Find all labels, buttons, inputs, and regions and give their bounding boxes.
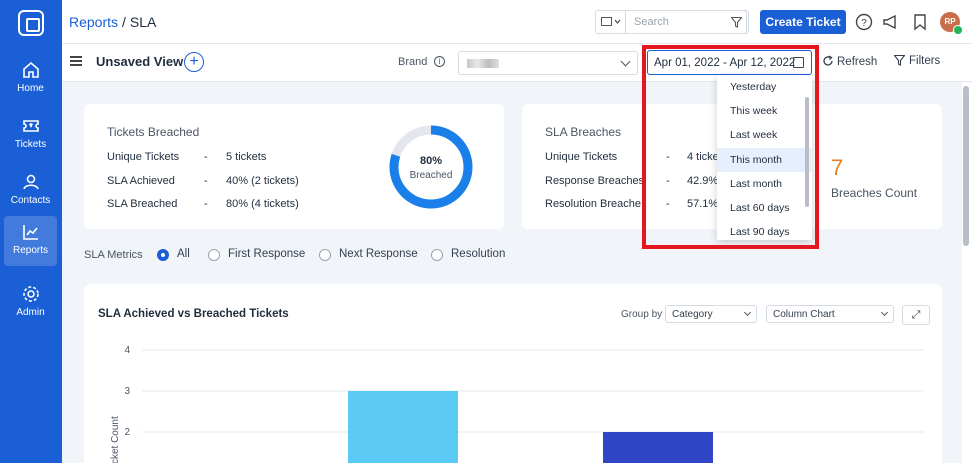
breaches-count-label: Breaches Count [831, 186, 918, 200]
chevron-down-icon [880, 308, 889, 317]
chart-panel: SLA Achieved vs Breached Tickets Group b… [84, 284, 942, 463]
row-label: SLA Breached [107, 198, 178, 210]
sidebar-item-label: Tickets [14, 139, 47, 150]
row-value: 80% (4 tickets) [226, 198, 299, 210]
page-scrollbar[interactable] [963, 86, 969, 246]
chart-bars [348, 391, 713, 463]
brand-select[interactable] [458, 51, 638, 75]
sidebar-item-reports[interactable]: Reports [4, 216, 57, 266]
search-type-dropdown[interactable] [596, 11, 626, 33]
y-tick-label: 2 [124, 427, 130, 438]
group-by-select[interactable]: Category [665, 305, 757, 323]
reports-icon [22, 225, 38, 240]
sidebar-item-label: Admin [16, 307, 45, 318]
tickets-breached-card: Tickets Breached Unique Tickets - 5 tick… [84, 104, 504, 229]
svg-text:?: ? [861, 18, 867, 29]
radio-all[interactable] [157, 249, 169, 261]
radio-first-response-label[interactable]: First Response [228, 248, 305, 260]
gear-icon [22, 286, 39, 302]
refresh-button[interactable]: Refresh [822, 55, 877, 68]
row-dash: - [204, 175, 208, 187]
sidebar-item-label: Reports [12, 245, 48, 256]
radio-next-response[interactable] [319, 249, 331, 261]
app-logo[interactable] [18, 10, 44, 36]
sidebar: Home Tickets Contacts Reports Admin [0, 0, 62, 463]
row-label: SLA Achieved [107, 175, 175, 187]
sla-bar-chart: Ticket Count 4 3 2 [110, 345, 924, 463]
refresh-icon [823, 55, 833, 66]
breadcrumb: Reports / SLA [69, 14, 156, 30]
breached-donut-chart [389, 125, 473, 209]
radio-first-response[interactable] [208, 249, 220, 261]
radio-resolution[interactable] [431, 249, 443, 261]
row-dash: - [204, 198, 208, 210]
sla-metrics-label: SLA Metrics [84, 249, 143, 261]
radio-next-response-label[interactable]: Next Response [339, 248, 418, 260]
help-icon[interactable]: ? [855, 13, 873, 31]
chevron-down-icon [620, 56, 631, 67]
breadcrumb-current: SLA [129, 14, 157, 30]
filters-button[interactable]: Filters [893, 54, 941, 67]
contacts-icon [22, 174, 39, 190]
add-view-button[interactable]: + [184, 52, 204, 72]
chevron-down-icon [743, 308, 752, 317]
sidebar-item-admin[interactable]: Admin [4, 278, 57, 328]
donut-percentage: 80% [419, 155, 443, 167]
sidebar-item-home[interactable]: Home [4, 54, 57, 104]
row-value: 5 tickets [226, 151, 267, 163]
top-header: Reports / SLA Search Create Ticket ? RP [62, 0, 972, 44]
chart-type-value: Column Chart [773, 309, 835, 320]
report-toolbar: Unsaved View + Brand i Apr 01, 2022 - Ap… [62, 44, 972, 82]
bar-series-0[interactable] [348, 391, 458, 463]
sidebar-item-contacts[interactable]: Contacts [4, 166, 57, 216]
view-title: Unsaved View [96, 54, 184, 69]
filters-label: Filters [909, 55, 941, 67]
radio-resolution-label[interactable]: Resolution [451, 248, 505, 260]
expand-chart-button[interactable]: ⤢ [902, 305, 930, 325]
annotation-highlight-box [642, 45, 819, 249]
sidebar-item-label: Contacts [10, 195, 51, 206]
search-filter-button[interactable] [725, 10, 749, 34]
refresh-label: Refresh [837, 56, 878, 68]
radio-all-label[interactable]: All [177, 248, 190, 260]
ticket-type-icon [601, 17, 621, 26]
group-by-value: Category [672, 309, 713, 320]
y-axis-label: Ticket Count [110, 416, 121, 463]
row-value: 40% (2 tickets) [226, 175, 299, 187]
report-content: Tickets Breached Unique Tickets - 5 tick… [62, 82, 962, 463]
row-label: Unique Tickets [107, 151, 180, 163]
y-tick-label: 3 [124, 386, 130, 397]
breadcrumb-separator: / [122, 14, 126, 30]
card-title: SLA Breaches [545, 125, 622, 139]
funnel-icon [731, 17, 742, 28]
menu-icon[interactable] [70, 56, 82, 66]
group-by-label: Group by [621, 309, 663, 320]
funnel-icon [893, 54, 906, 66]
sidebar-item-label: Home [17, 83, 44, 94]
row-label: Response Breaches [545, 175, 645, 187]
chart-grid: 4 3 2 [124, 345, 924, 438]
chart-title: SLA Achieved vs Breached Tickets [98, 308, 289, 320]
chart-type-select[interactable]: Column Chart [766, 305, 894, 323]
y-tick-label: 4 [124, 345, 130, 356]
brand-label: Brand [398, 56, 428, 68]
bookmark-icon[interactable] [911, 13, 929, 31]
info-icon[interactable]: i [434, 56, 445, 67]
card-title: Tickets Breached [107, 125, 200, 139]
sidebar-item-tickets[interactable]: Tickets [4, 110, 57, 160]
breaches-count: 7 [831, 155, 844, 180]
create-ticket-button[interactable]: Create Ticket [760, 10, 846, 34]
row-label: Unique Tickets [545, 151, 618, 163]
donut-label: Breached [409, 170, 453, 181]
search-input[interactable]: Search [634, 16, 669, 28]
online-status-badge [953, 25, 963, 35]
row-dash: - [204, 151, 208, 163]
brand-value-redacted [467, 59, 499, 68]
row-label: Resolution Breache [545, 198, 642, 210]
breadcrumb-reports-link[interactable]: Reports [69, 14, 118, 30]
home-icon [22, 61, 39, 78]
megaphone-icon[interactable] [882, 13, 900, 31]
bar-series-1[interactable] [603, 432, 713, 463]
ticket-icon [22, 120, 39, 132]
